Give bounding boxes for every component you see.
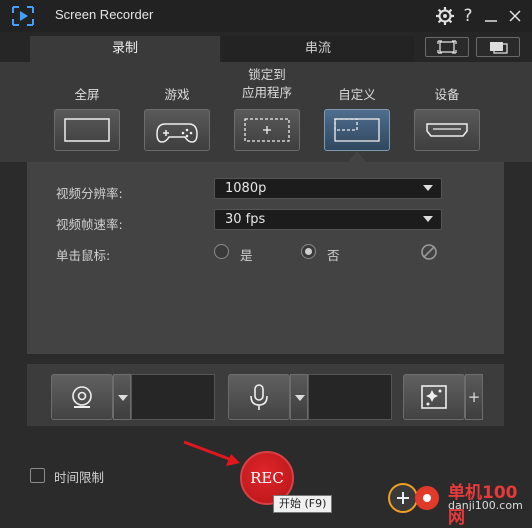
mode-label-game: 游戏 (164, 87, 190, 102)
sparkle-effects-icon (421, 385, 447, 409)
lock-to-app-icon (244, 118, 290, 142)
mouse-click-no-radio[interactable] (301, 244, 316, 259)
webcam-toggle-button[interactable] (51, 374, 113, 420)
mode-device-button[interactable] (414, 109, 480, 151)
watermark-url: danji100.com (448, 499, 523, 512)
gamepad-icon (156, 123, 198, 143)
microphone-icon (250, 384, 268, 410)
webcam-dropdown-button[interactable] (113, 374, 131, 420)
microphone-toggle-button[interactable] (228, 374, 290, 420)
window-title: Screen Recorder (55, 7, 154, 22)
custom-area-icon (334, 118, 380, 142)
mode-label-device: 设备 (434, 87, 460, 102)
tab-stream[interactable]: 串流 (222, 36, 414, 62)
close-icon[interactable] (504, 5, 526, 27)
mode-label-custom: 自定义 (338, 87, 376, 102)
red-arrow-annotation-icon (183, 440, 240, 466)
fullscreen-view-button[interactable] (425, 37, 469, 57)
mode-label-lock-to-app: 锁定到 应用程序 (241, 67, 292, 100)
resolution-label: 视频分辨率: (56, 186, 123, 201)
framerate-select[interactable]: 30 fps (214, 209, 442, 230)
framerate-value: 30 fps (225, 212, 266, 227)
mode-label-fullscreen: 全屏 (74, 87, 100, 102)
effects-button[interactable] (403, 374, 465, 420)
expand-view-icon (437, 40, 457, 54)
webcam-preview-field (131, 374, 215, 420)
active-mode-pointer-icon (348, 151, 366, 162)
help-icon[interactable]: ? (457, 5, 479, 27)
windows-view-icon (490, 42, 508, 54)
microphone-dropdown-button[interactable] (290, 374, 308, 420)
mouse-click-label: 单击鼠标: (56, 248, 111, 263)
disabled-effect-icon[interactable] (420, 243, 438, 261)
microphone-level-field (308, 374, 392, 420)
mode-game-button[interactable] (144, 109, 210, 151)
time-limit-checkbox[interactable] (30, 468, 45, 483)
gear-icon[interactable] (434, 5, 456, 27)
resolution-value: 1080p (225, 181, 267, 196)
add-effect-button[interactable]: + (465, 374, 483, 420)
site-logo-icon (388, 483, 439, 513)
time-limit-label: 时间限制 (54, 470, 105, 485)
chevron-down-icon (423, 216, 433, 222)
mode-fullscreen-button[interactable] (54, 109, 120, 151)
mouse-click-yes-radio[interactable] (214, 244, 229, 259)
app-logo-icon (12, 6, 34, 26)
webcam-icon (72, 386, 92, 408)
minimize-icon[interactable] (480, 5, 502, 27)
fullscreen-icon (64, 118, 110, 142)
mode-lock-to-app-button[interactable] (234, 109, 300, 151)
mouse-click-yes-label: 是 (240, 248, 253, 263)
tab-record[interactable]: 录制 (30, 36, 220, 62)
record-tooltip: 开始 (F9) (273, 495, 333, 513)
device-hdmi-icon (426, 123, 468, 137)
compact-view-button[interactable] (476, 37, 520, 57)
mode-custom-button[interactable] (324, 109, 390, 151)
mouse-click-no-label: 否 (327, 248, 340, 263)
chevron-down-icon (423, 185, 433, 191)
framerate-label: 视频帧速率: (56, 217, 123, 232)
resolution-select[interactable]: 1080p (214, 178, 442, 199)
